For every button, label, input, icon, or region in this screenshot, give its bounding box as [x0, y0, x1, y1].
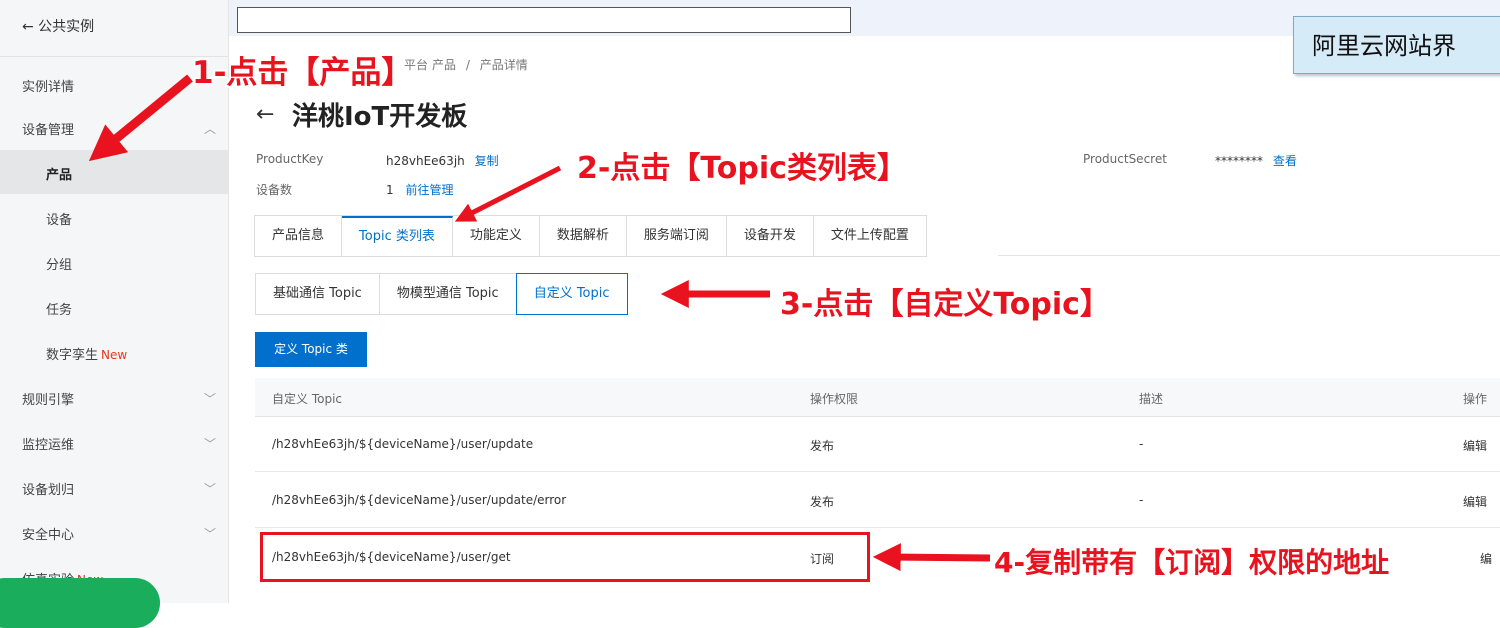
sidebar-item-task[interactable]: 任务: [46, 299, 72, 318]
row-divider: [255, 471, 1500, 472]
subtab-thing-model-topic[interactable]: 物模型通信 Topic: [378, 273, 517, 315]
sidebar-item-product[interactable]: 产品: [46, 164, 72, 183]
product-key-label: ProductKey: [256, 152, 324, 166]
product-secret-value: ******** 查看: [1215, 152, 1297, 169]
product-key-text: h28vhEe63jh: [386, 154, 465, 168]
back-arrow-icon[interactable]: ←: [256, 102, 274, 127]
topic-cell: /h28vhEe63jh/${deviceName}/user/update: [272, 437, 534, 451]
sidebar-item-device-management[interactable]: 设备管理: [22, 119, 74, 138]
arrow-step4: [872, 543, 991, 572]
breadcrumb-product[interactable]: 产品: [432, 58, 456, 72]
product-tabs: 产品信息 Topic 类列表 功能定义 数据解析 服务端订阅 设备开发 文件上传…: [254, 215, 927, 257]
tab-product-info[interactable]: 产品信息: [255, 216, 343, 256]
column-header-topic: 自定义 Topic: [272, 392, 342, 406]
annotation-step4: 4-复制带有【订阅】权限的地址: [994, 546, 1390, 579]
annotation-step1: 1-点击【产品】: [192, 55, 413, 91]
annotation-step2: 2-点击【Topic类列表】: [577, 151, 907, 186]
breadcrumb: 产品 / 产品详情: [432, 56, 528, 73]
topic-subtabs: 基础通信 Topic 物模型通信 Topic 自定义 Topic: [255, 273, 628, 315]
product-key-value: h28vhEe63jh 复制: [386, 152, 499, 169]
view-secret-link[interactable]: 查看: [1273, 154, 1297, 168]
back-to-instances-link[interactable]: ← 公共实例: [22, 16, 94, 36]
sidebar-item-monitoring[interactable]: 监控运维: [22, 434, 74, 453]
sidebar-active-highlight: [0, 150, 228, 194]
device-count-label: 设备数: [256, 183, 293, 197]
sidebar-item-device-assign[interactable]: 设备划归: [22, 479, 74, 498]
edit-link[interactable]: 编辑: [1463, 437, 1487, 454]
device-count-text: 1: [386, 183, 394, 197]
column-header-description: 描述: [1139, 392, 1164, 406]
define-topic-button[interactable]: 定义 Topic 类: [255, 332, 367, 367]
subtab-custom-topic[interactable]: 自定义 Topic: [515, 273, 628, 315]
arrow-step2: [454, 165, 562, 222]
tab-topic-list[interactable]: Topic 类列表: [342, 216, 453, 256]
product-secret-text: ********: [1215, 154, 1263, 168]
chevron-down-icon[interactable]: ﹀: [204, 525, 216, 542]
address-input[interactable]: [237, 7, 851, 33]
annotation-step3: 3-点击【自定义Topic】: [780, 287, 1110, 322]
column-header-actions: 操作: [1463, 392, 1488, 406]
sidebar-item-label: 数字孪生: [46, 348, 99, 363]
edit-link[interactable]: 编: [1480, 550, 1492, 567]
chevron-down-icon[interactable]: ﹀: [204, 480, 216, 497]
chevron-up-icon[interactable]: ︿: [204, 120, 216, 137]
caption-note: 阿里云网站界: [1293, 16, 1500, 74]
description-cell: -: [1139, 493, 1144, 507]
manage-link[interactable]: 前往管理: [405, 183, 453, 197]
description-cell: -: [1139, 437, 1144, 451]
sidebar-item-group[interactable]: 分组: [46, 254, 72, 273]
breadcrumb-detail: 产品详情: [479, 58, 528, 72]
topic-cell: /h28vhEe63jh/${deviceName}/user/update/e…: [272, 493, 567, 507]
tabs-underline: [998, 255, 1500, 256]
copy-link[interactable]: 复制: [475, 154, 499, 168]
column-header-permission: 操作权限: [810, 392, 859, 406]
edit-link[interactable]: 编辑: [1463, 493, 1487, 510]
new-badge: New: [101, 348, 128, 362]
table-header: 自定义 Topic 操作权限 描述 操作: [255, 378, 1500, 417]
highlight-box: [260, 532, 870, 582]
sidebar-item-digital-twin[interactable]: 数字孪生 New: [46, 344, 127, 363]
tab-file-upload-config[interactable]: 文件上传配置: [813, 216, 926, 256]
chevron-down-icon[interactable]: ﹀: [204, 390, 216, 407]
permission-cell: 发布: [810, 495, 835, 509]
tab-function-definition[interactable]: 功能定义: [452, 216, 540, 256]
tab-data-parsing[interactable]: 数据解析: [539, 216, 627, 256]
tab-device-development[interactable]: 设备开发: [726, 216, 814, 256]
device-count-value: 1 前往管理: [386, 181, 453, 198]
sidebar-item-instance-detail[interactable]: 实例详情: [22, 76, 74, 95]
sidebar-item-rule-engine[interactable]: 规则引擎: [22, 389, 74, 408]
sidebar-item-security[interactable]: 安全中心: [22, 524, 74, 543]
chevron-down-icon[interactable]: ﹀: [204, 435, 216, 452]
floating-help-button[interactable]: [0, 578, 160, 628]
tab-server-subscription[interactable]: 服务端订阅: [626, 216, 727, 256]
row-divider: [255, 527, 1500, 528]
product-secret-label: ProductSecret: [1083, 152, 1167, 166]
subtab-basic-topic[interactable]: 基础通信 Topic: [255, 273, 380, 315]
sidebar-item-device[interactable]: 设备: [46, 209, 72, 228]
permission-cell: 发布: [810, 439, 835, 453]
breadcrumb-separator: /: [465, 58, 470, 72]
page-title: 洋桃IoT开发板: [292, 102, 468, 132]
